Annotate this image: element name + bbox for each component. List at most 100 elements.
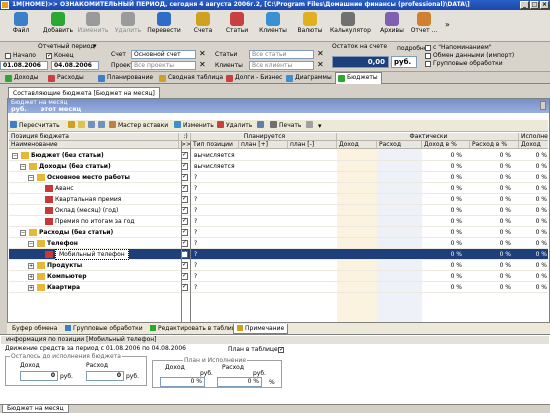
project-select[interactable]: Все проекты (131, 61, 196, 70)
expand-toggle-icon[interactable]: − (28, 241, 34, 247)
table-row[interactable]: − Основное место работы? 0 % 0 % 0 % (9, 172, 548, 183)
print-button[interactable]: Печать (270, 121, 301, 131)
group-checkbox[interactable] (425, 61, 431, 67)
end-date-input[interactable]: 04.08.2006 (51, 61, 99, 70)
account-clear-icon[interactable]: ✕ (199, 50, 206, 58)
close-button[interactable]: × (540, 1, 549, 9)
header-plan-minus[interactable]: план [-] (288, 141, 337, 149)
header-col-a[interactable]: :) (179, 133, 191, 141)
panel-pin-icon[interactable] (540, 101, 546, 110)
articles-clear-icon[interactable]: ✕ (317, 50, 324, 58)
tab-edit-table[interactable]: Редактировать в таблице (147, 324, 243, 334)
tab-main-0[interactable]: Доходы (3, 73, 41, 84)
toolbar-more-icon[interactable]: ▾ (318, 121, 322, 131)
row-checkbox[interactable] (181, 206, 188, 214)
expand-toggle-icon[interactable]: + (28, 274, 34, 280)
toolbar-button-3[interactable]: Удалить (110, 11, 146, 41)
header-expense-pct[interactable]: Расход в % (470, 141, 519, 149)
grid-splitter[interactable] (190, 141, 191, 325)
toolbar-button-5[interactable]: Счета (185, 11, 221, 41)
project-clear-icon[interactable]: ✕ (199, 61, 206, 69)
expand-toggle-icon[interactable]: + (28, 285, 34, 291)
header-income-pct[interactable]: Доход в % (422, 141, 470, 149)
header-name[interactable]: Наименование (9, 141, 179, 149)
row-checkbox[interactable] (181, 283, 188, 291)
tab-main-4[interactable]: Долги - Бизнес (224, 73, 285, 84)
tab-clipboard[interactable]: Буфер обмена (9, 324, 60, 334)
header-position[interactable]: Позиция бюджета (9, 133, 179, 141)
minimize-button[interactable]: _ (520, 1, 529, 9)
header-expense[interactable]: Расход (377, 141, 422, 149)
table-row[interactable]: + Квартира? 0 % 0 % 0 % (9, 282, 548, 293)
row-checkbox[interactable] (181, 151, 188, 159)
row-checkbox[interactable] (181, 195, 188, 203)
maximize-button[interactable]: □ (530, 1, 539, 9)
insert-row-icon[interactable] (68, 121, 77, 131)
header-type[interactable]: Тип позиции (191, 141, 239, 149)
header-planned[interactable]: Планируется (191, 133, 337, 141)
tab-main-2[interactable]: Планирование (96, 73, 156, 84)
end-checkbox[interactable] (46, 52, 52, 59)
reminders-checkbox[interactable] (425, 45, 431, 51)
toolbar-button-1[interactable]: Добавить (40, 11, 76, 41)
currency-select[interactable]: руб. (391, 56, 417, 68)
row-checkbox[interactable] (181, 162, 188, 170)
start-checkbox[interactable] (5, 53, 11, 59)
table-row[interactable]: − Бюджет (без статьи) вычисляется 0 % 0 % 0 % (9, 150, 548, 161)
toolbar-overflow-icon[interactable]: » (445, 20, 450, 29)
expand-toggle-icon[interactable]: − (20, 164, 26, 170)
tab-main-1[interactable]: Расходы (46, 73, 87, 84)
header-execution[interactable]: Исполне (519, 133, 548, 141)
toolbar-button-7[interactable]: Клиенты (255, 11, 291, 41)
tab-budget-month[interactable]: Бюджет на месяц (2, 405, 69, 413)
clients-clear-icon[interactable]: ✕ (317, 61, 324, 69)
toolbar-button-4[interactable]: Перевести (146, 11, 182, 41)
row-checkbox[interactable] (181, 250, 188, 258)
move-down-icon[interactable] (98, 121, 107, 131)
toolbar-button-10[interactable]: Архивы (374, 11, 410, 41)
expand-toggle-icon[interactable]: − (12, 153, 18, 159)
undo-icon[interactable] (306, 121, 315, 131)
table-row[interactable]: Мобильный телефон? 0 % 0 % 0 % (9, 249, 548, 260)
expand-toggle-icon[interactable]: − (20, 230, 26, 236)
toolbar-button-2[interactable]: Изменить (75, 11, 111, 41)
clients-select[interactable]: Все клиенты (249, 61, 314, 70)
start-date-input[interactable]: 01.08.2006 (0, 61, 48, 70)
move-up-icon[interactable] (88, 121, 97, 131)
exchange-checkbox[interactable] (425, 53, 431, 59)
table-row[interactable]: − Доходы (без статьи) вычисляется 0 % 0 % 0 % (9, 161, 548, 172)
toolbar-button-0[interactable]: Файл (3, 11, 39, 41)
tab-main-5[interactable]: Диаграммы (284, 73, 335, 84)
in-table-checkbox[interactable] (278, 346, 284, 353)
table-row[interactable]: + Компьютер? 0 % 0 % 0 % (9, 271, 548, 282)
delete-button[interactable]: Удалить (217, 121, 252, 131)
tab-main-3[interactable]: Сводная таблица (157, 73, 226, 84)
table-row[interactable]: Премия по итогам за год? 0 % 0 % 0 % (9, 216, 548, 227)
header-plan-plus[interactable]: план [+] (239, 141, 288, 149)
row-checkbox[interactable] (181, 272, 188, 280)
row-checkbox[interactable] (181, 173, 188, 181)
toolbar-button-11[interactable]: Отчет ... (406, 11, 442, 41)
toolbar-button-9[interactable]: Калькулятор (330, 11, 371, 41)
toolbar-button-6[interactable]: Статьи (219, 11, 255, 41)
table-row[interactable]: Аванс? 0 % 0 % 0 % (9, 183, 548, 194)
tab-main-6[interactable]: Бюджеты (335, 72, 382, 84)
options-icon[interactable] (257, 121, 266, 131)
header-income[interactable]: Доход (337, 141, 377, 149)
toolbar-button-8[interactable]: Валюты (292, 11, 328, 41)
header-income-2[interactable]: Доход (519, 141, 548, 149)
edit-button[interactable]: Изменить (174, 121, 214, 131)
row-checkbox[interactable] (181, 217, 188, 225)
add-folder-icon[interactable] (78, 121, 87, 131)
header-actual[interactable]: Фактически (337, 133, 519, 141)
wizard-button[interactable]: Мастер вставки (109, 121, 168, 131)
tab-group-ops[interactable]: Групповые обработки (62, 324, 146, 334)
row-checkbox[interactable] (181, 261, 188, 269)
table-row[interactable]: Оклад (месяц) (год)? 0 % 0 % 0 % (9, 205, 548, 216)
table-row[interactable]: + Продукты? 0 % 0 % 0 % (9, 260, 548, 271)
articles-select[interactable]: Все статьи (249, 50, 314, 59)
expand-toggle-icon[interactable]: − (28, 175, 34, 181)
tab-note[interactable]: Примечание (233, 324, 289, 334)
row-checkbox[interactable] (181, 228, 188, 236)
chevron-down-icon[interactable]: ▾ (93, 42, 97, 50)
